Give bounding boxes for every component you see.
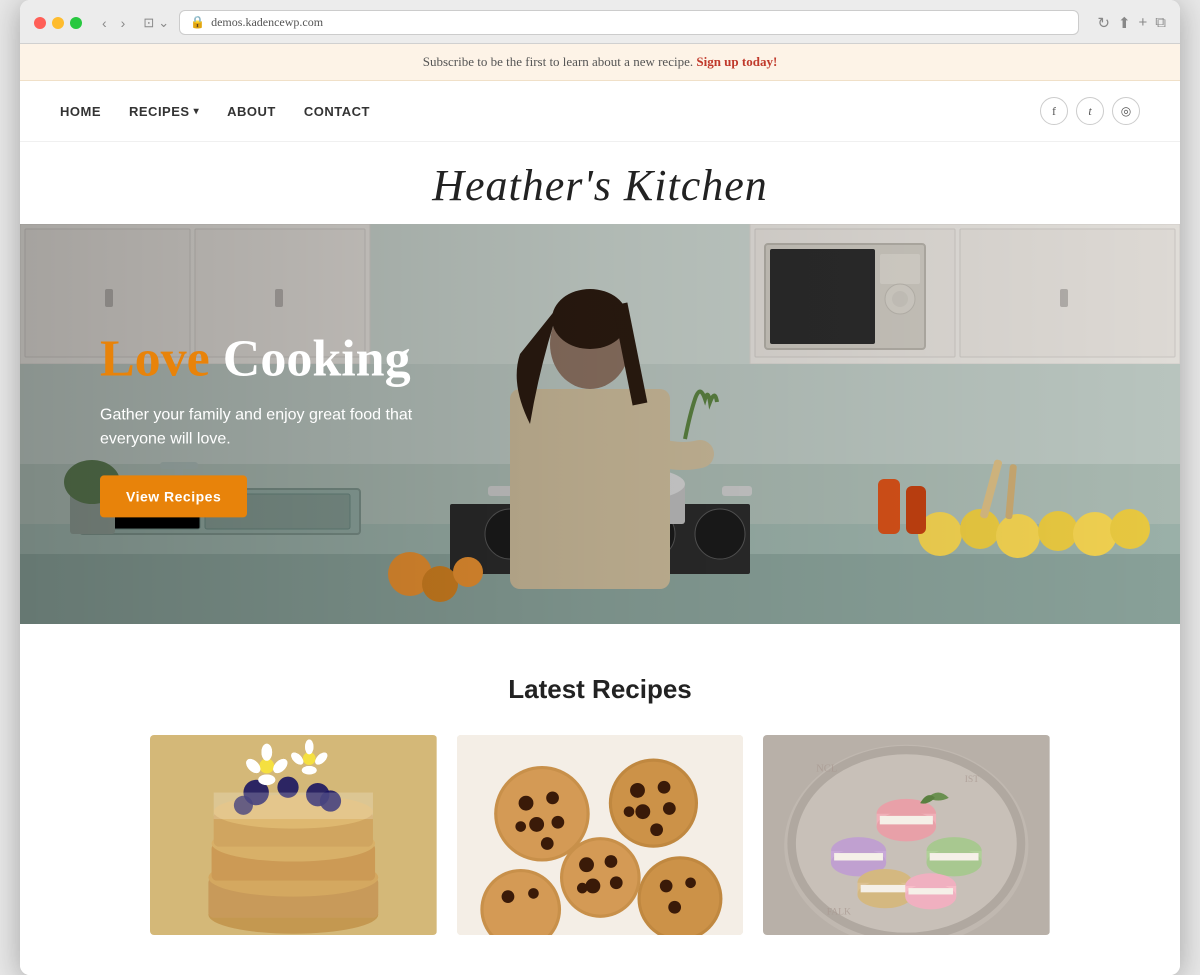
site-logo: Heather's Kitchen xyxy=(20,142,1180,224)
recipes-section-title: Latest Recipes xyxy=(60,674,1140,705)
hero-section: Love Cooking Gather your family and enjo… xyxy=(20,224,1180,624)
nav-home[interactable]: HOME xyxy=(60,104,101,119)
hero-title: Love Cooking xyxy=(100,330,420,387)
view-recipes-button[interactable]: View Recipes xyxy=(100,476,247,518)
nav-about[interactable]: ABOUT xyxy=(227,104,276,119)
share-button[interactable]: ⬆ xyxy=(1118,14,1131,32)
recipes-dropdown-icon: ▾ xyxy=(194,106,200,117)
browser-traffic-lights xyxy=(34,17,82,29)
back-button[interactable]: ‹ xyxy=(98,13,111,33)
maximize-dot[interactable] xyxy=(70,17,82,29)
recipe-cookies-image xyxy=(457,735,744,935)
site-title: Heather's Kitchen xyxy=(432,161,768,210)
nav-recipes[interactable]: RECIPES ▾ xyxy=(129,104,199,119)
svg-text:FALK: FALK xyxy=(827,907,851,918)
hero-title-cooking: Cooking xyxy=(210,330,411,387)
lock-icon: 🔒 xyxy=(190,15,205,30)
top-banner: Subscribe to be the first to learn about… xyxy=(20,44,1180,81)
hero-content: Love Cooking Gather your family and enjo… xyxy=(100,330,420,517)
browser-tab-controls: ⊡ ⌄ xyxy=(143,15,169,31)
facebook-icon[interactable]: f xyxy=(1040,97,1068,125)
twitter-icon[interactable]: t xyxy=(1076,97,1104,125)
minimize-dot[interactable] xyxy=(52,17,64,29)
hero-title-love: Love xyxy=(100,330,210,387)
copy-button[interactable]: ⧉ xyxy=(1155,14,1166,32)
banner-text: Subscribe to be the first to learn about… xyxy=(423,54,693,69)
nav-links: HOME RECIPES ▾ ABOUT CONTACT xyxy=(60,104,370,119)
recipes-grid: NCL IST FALK xyxy=(150,735,1050,935)
recipe-card-pancakes[interactable] xyxy=(150,735,437,935)
recipe-card-cookies[interactable] xyxy=(457,735,744,935)
navigation: HOME RECIPES ▾ ABOUT CONTACT f t ◎ xyxy=(20,81,1180,142)
close-dot[interactable] xyxy=(34,17,46,29)
svg-text:NCL: NCL xyxy=(816,763,837,774)
recipe-macarons-image: NCL IST FALK xyxy=(763,735,1050,935)
nav-contact[interactable]: CONTACT xyxy=(304,104,370,119)
forward-button[interactable]: › xyxy=(117,13,130,33)
nav-social-icons: f t ◎ xyxy=(1040,97,1140,125)
new-tab-button[interactable]: + xyxy=(1139,14,1148,32)
banner-link[interactable]: Sign up today! xyxy=(696,54,777,69)
instagram-icon[interactable]: ◎ xyxy=(1112,97,1140,125)
recipe-pancakes-image xyxy=(150,735,437,935)
svg-text:IST: IST xyxy=(965,774,979,785)
site-content: Subscribe to be the first to learn about… xyxy=(20,44,1180,975)
address-bar[interactable]: 🔒 demos.kadencewp.com xyxy=(179,10,1079,35)
reload-button[interactable]: ↻ xyxy=(1097,14,1110,32)
browser-nav-controls: ‹ › xyxy=(98,13,129,33)
browser-window: ‹ › ⊡ ⌄ 🔒 demos.kadencewp.com ↻ ⬆ + ⧉ Su… xyxy=(20,0,1180,975)
hero-subtitle: Gather your family and enjoy great food … xyxy=(100,404,420,452)
tab-icon[interactable]: ⊡ xyxy=(143,15,154,31)
browser-chrome: ‹ › ⊡ ⌄ 🔒 demos.kadencewp.com ↻ ⬆ + ⧉ xyxy=(20,0,1180,44)
tab-chevron[interactable]: ⌄ xyxy=(158,15,169,31)
browser-action-buttons: ↻ ⬆ + ⧉ xyxy=(1097,14,1166,32)
recipes-section: Latest Recipes xyxy=(20,624,1180,975)
recipe-card-macarons[interactable]: NCL IST FALK xyxy=(763,735,1050,935)
url-text: demos.kadencewp.com xyxy=(211,15,323,30)
